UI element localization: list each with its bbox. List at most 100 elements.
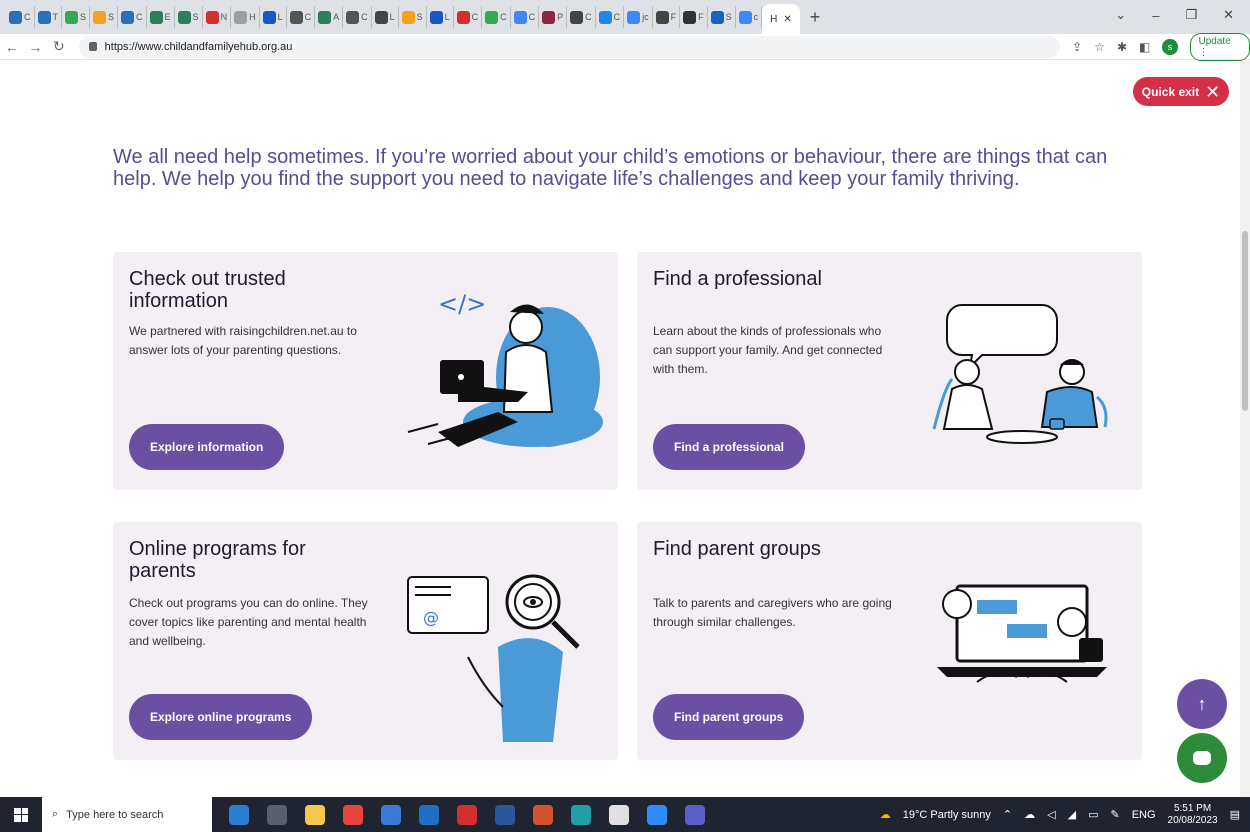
card-text: Talk to parents and caregivers who are g… bbox=[653, 596, 892, 629]
profile-avatar[interactable]: s bbox=[1162, 38, 1178, 55]
active-tab[interactable]: H ✕ bbox=[762, 4, 800, 34]
browser-tab[interactable]: C bbox=[596, 6, 625, 28]
system-tray: ☁ 19°C Partly sunny ⌃ ☁ ◁ ◢ ▭ ✎ ENG 5:51… bbox=[880, 797, 1250, 832]
browser-tab[interactable]: C bbox=[511, 6, 540, 28]
card-trusted-information: Check out trusted information We partner… bbox=[113, 252, 618, 490]
favicon-icon bbox=[9, 10, 22, 24]
scrollbar-thumb[interactable] bbox=[1242, 231, 1248, 411]
clock[interactable]: 5:51 PM 20/08/2023 bbox=[1168, 803, 1218, 827]
browser-tab-label: c bbox=[753, 12, 759, 22]
taskbar-app-acrobat[interactable] bbox=[448, 797, 486, 832]
browser-tab[interactable]: L bbox=[260, 6, 287, 28]
battery-icon[interactable]: ▭ bbox=[1088, 808, 1098, 821]
new-tab-button[interactable]: + bbox=[810, 7, 821, 28]
active-tab-label: H bbox=[770, 13, 778, 25]
taskbar-app-teams[interactable] bbox=[676, 797, 714, 832]
page-scrollbar[interactable] bbox=[1240, 61, 1250, 797]
store-icon bbox=[381, 804, 401, 825]
pen-icon[interactable]: ✎ bbox=[1110, 808, 1119, 821]
browser-tab-label: P bbox=[557, 12, 564, 22]
browser-tab[interactable]: C bbox=[482, 6, 511, 28]
taskbar-app-photos[interactable] bbox=[220, 797, 258, 832]
card-find-professional: Find a professional Learn about the kind… bbox=[637, 252, 1142, 490]
teams-icon bbox=[685, 804, 705, 825]
browser-tab[interactable]: C bbox=[287, 6, 316, 28]
browser-tab[interactable]: S bbox=[90, 6, 119, 28]
browser-tab[interactable]: E bbox=[147, 6, 175, 28]
browser-tab[interactable]: C bbox=[343, 6, 372, 28]
reload-button[interactable]: ↻ bbox=[47, 38, 71, 55]
minimize-button[interactable]: – bbox=[1152, 8, 1159, 23]
weather-text[interactable]: 19°C Partly sunny bbox=[903, 809, 991, 821]
browser-tab[interactable]: C bbox=[6, 6, 35, 28]
language-indicator[interactable]: ENG bbox=[1132, 809, 1156, 821]
taskbar-app-file-explorer[interactable] bbox=[296, 797, 334, 832]
explore-online-programs-button[interactable]: Explore online programs bbox=[129, 694, 313, 740]
browser-tab[interactable]: C bbox=[118, 6, 147, 28]
browser-tab[interactable]: L bbox=[427, 6, 454, 28]
taskbar-app-word[interactable] bbox=[486, 797, 524, 832]
clock-date: 20/08/2023 bbox=[1167, 814, 1218, 826]
update-button[interactable]: Update ⋮ bbox=[1189, 32, 1250, 61]
browser-tab[interactable]: N bbox=[203, 6, 232, 28]
find-parent-groups-button[interactable]: Find parent groups bbox=[653, 694, 805, 740]
back-to-top-button[interactable]: ↑ bbox=[1177, 679, 1227, 729]
chat-button[interactable] bbox=[1177, 733, 1227, 783]
favicon-icon bbox=[738, 10, 752, 24]
browser-tab[interactable]: S bbox=[62, 6, 91, 28]
taskbar-app-paint[interactable] bbox=[600, 797, 638, 832]
browser-tab-label: S bbox=[725, 12, 732, 22]
browser-tab[interactable]: S bbox=[708, 6, 736, 28]
taskbar-app-zoom[interactable] bbox=[638, 797, 676, 832]
quick-exit-button[interactable]: Quick exit ✕ bbox=[1133, 77, 1229, 106]
forward-button[interactable]: → bbox=[24, 39, 48, 55]
weather-icon: ☁ bbox=[879, 809, 891, 821]
browser-tab-label: C bbox=[361, 12, 368, 22]
browser-tab[interactable]: P bbox=[539, 6, 568, 28]
taskbar-app-store[interactable] bbox=[372, 797, 410, 832]
start-button[interactable] bbox=[0, 807, 42, 822]
browser-tab[interactable]: F bbox=[680, 6, 708, 28]
explore-information-button[interactable]: Explore information bbox=[129, 424, 285, 470]
restore-button[interactable]: ❐ bbox=[1185, 7, 1197, 23]
paint-icon bbox=[609, 804, 629, 825]
browser-tab[interactable]: A bbox=[315, 6, 344, 28]
close-tab-icon[interactable]: ✕ bbox=[783, 14, 791, 25]
browser-tab[interactable]: L bbox=[372, 6, 399, 28]
close-window-button[interactable]: ✕ bbox=[1223, 7, 1234, 23]
browser-tab[interactable]: jc bbox=[624, 6, 653, 28]
address-bar[interactable]: https://www.childandfamilyehub.org.au bbox=[78, 35, 1061, 58]
find-professional-button[interactable]: Find a professional bbox=[653, 424, 806, 470]
photos-icon bbox=[229, 804, 249, 825]
web-page: Quick exit ✕ We all need help sometimes.… bbox=[0, 61, 1250, 797]
notifications-icon[interactable]: ▤ bbox=[1230, 808, 1240, 821]
favicon-icon bbox=[262, 10, 276, 24]
bookmark-star-icon[interactable]: ☆ bbox=[1094, 40, 1105, 54]
taskbar-app-chrome[interactable] bbox=[334, 797, 372, 832]
network-icon[interactable]: ◢ bbox=[1068, 808, 1076, 821]
favicon-icon bbox=[346, 10, 360, 24]
volume-icon[interactable]: ◁ bbox=[1047, 808, 1055, 821]
browser-tab[interactable]: F bbox=[653, 6, 681, 28]
taskbar-search[interactable]: ⌕ Type here to search bbox=[42, 797, 212, 832]
tray-chevron-icon[interactable]: ⌃ bbox=[1003, 808, 1012, 821]
lock-icon[interactable] bbox=[88, 42, 97, 51]
browser-tab[interactable]: c bbox=[736, 6, 763, 28]
taskbar-app-task-view[interactable] bbox=[258, 797, 296, 832]
browser-tab[interactable]: S bbox=[399, 6, 427, 28]
side-panel-icon[interactable]: ◧ bbox=[1139, 40, 1150, 54]
card-online-programs: Online programs for parents Check out pr… bbox=[113, 522, 618, 760]
taskbar-app-powerpoint[interactable] bbox=[524, 797, 562, 832]
tab-search-icon[interactable]: ⌄ bbox=[1115, 7, 1126, 23]
share-icon[interactable]: ⇪ bbox=[1072, 40, 1082, 54]
browser-tab[interactable]: H bbox=[231, 6, 260, 28]
cloud-icon[interactable]: ☁ bbox=[1024, 808, 1035, 821]
extensions-icon[interactable]: ✱ bbox=[1117, 40, 1127, 54]
browser-tab[interactable]: S bbox=[175, 6, 203, 28]
back-button[interactable]: ← bbox=[0, 39, 24, 55]
browser-tab[interactable]: C bbox=[567, 6, 596, 28]
browser-tab[interactable]: T bbox=[35, 6, 62, 28]
taskbar-app-outlook[interactable] bbox=[410, 797, 448, 832]
taskbar-app-edge[interactable] bbox=[562, 797, 600, 832]
browser-tab[interactable]: C bbox=[454, 6, 483, 28]
